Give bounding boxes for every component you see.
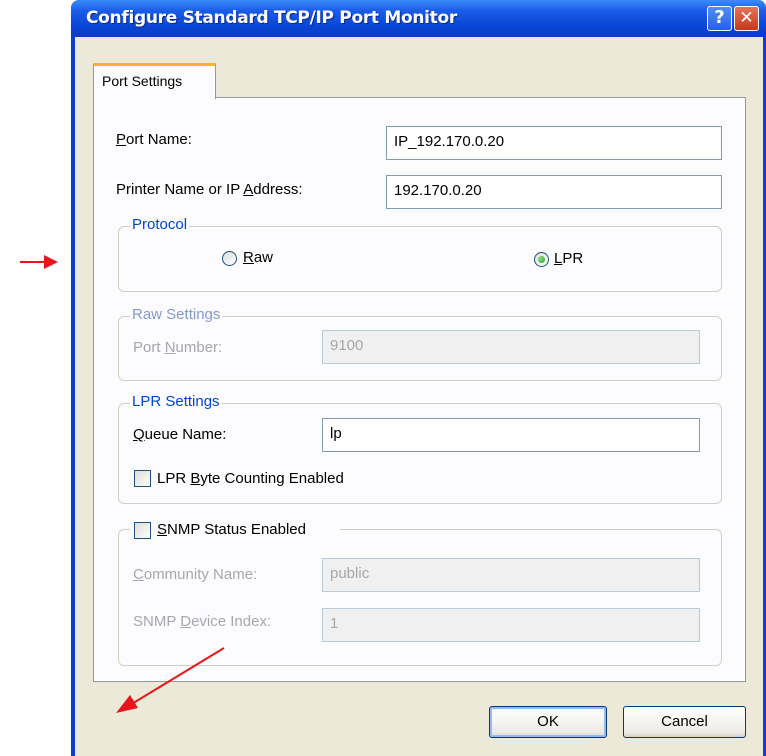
- queue-name-input[interactable]: lp: [322, 418, 700, 452]
- snmp-enabled-label[interactable]: SNMP Status Enabled: [157, 521, 306, 538]
- tab-label: Port Settings: [102, 73, 183, 89]
- protocol-group: [118, 226, 722, 292]
- port-name-input[interactable]: IP_192.170.0.20: [386, 126, 722, 160]
- red-arrow-right-icon: [20, 255, 58, 269]
- device-index-input[interactable]: 1: [322, 608, 700, 642]
- community-name-input[interactable]: public: [322, 558, 700, 592]
- tab-port-settings[interactable]: Port Settings: [93, 63, 216, 99]
- raw-settings-title: Raw Settings: [130, 306, 223, 323]
- port-name-label: Port Name:: [116, 131, 192, 148]
- raw-radio-label[interactable]: Raw: [243, 249, 273, 266]
- queue-name-label: Queue Name:: [133, 426, 227, 443]
- printer-address-input[interactable]: 192.170.0.20: [386, 175, 722, 209]
- cancel-button[interactable]: Cancel: [623, 706, 746, 738]
- byte-counting-label[interactable]: LPR Byte Counting Enabled: [157, 470, 344, 487]
- lpr-radio[interactable]: [534, 252, 549, 267]
- raw-radio[interactable]: [222, 251, 237, 266]
- port-number-input[interactable]: 9100: [322, 330, 700, 364]
- ok-button[interactable]: OK: [489, 706, 607, 738]
- close-button[interactable]: ✕: [734, 6, 759, 31]
- lpr-settings-title: LPR Settings: [130, 393, 222, 410]
- device-index-label: SNMP Device Index:: [133, 613, 272, 630]
- red-arrow-diagonal-icon: [116, 647, 225, 713]
- byte-counting-checkbox[interactable]: [134, 470, 151, 487]
- printer-address-label: Printer Name or IP Address:: [116, 181, 303, 198]
- help-button[interactable]: ?: [707, 6, 732, 31]
- radio-selected-dot: [538, 256, 545, 263]
- protocol-group-title: Protocol: [130, 216, 190, 233]
- window-title: Configure Standard TCP/IP Port Monitor: [86, 8, 457, 28]
- community-name-label: Community Name:: [133, 566, 258, 583]
- snmp-enabled-checkbox[interactable]: [134, 522, 151, 539]
- port-number-label: Port Number:: [133, 339, 223, 356]
- lpr-radio-label[interactable]: LPR: [554, 250, 583, 267]
